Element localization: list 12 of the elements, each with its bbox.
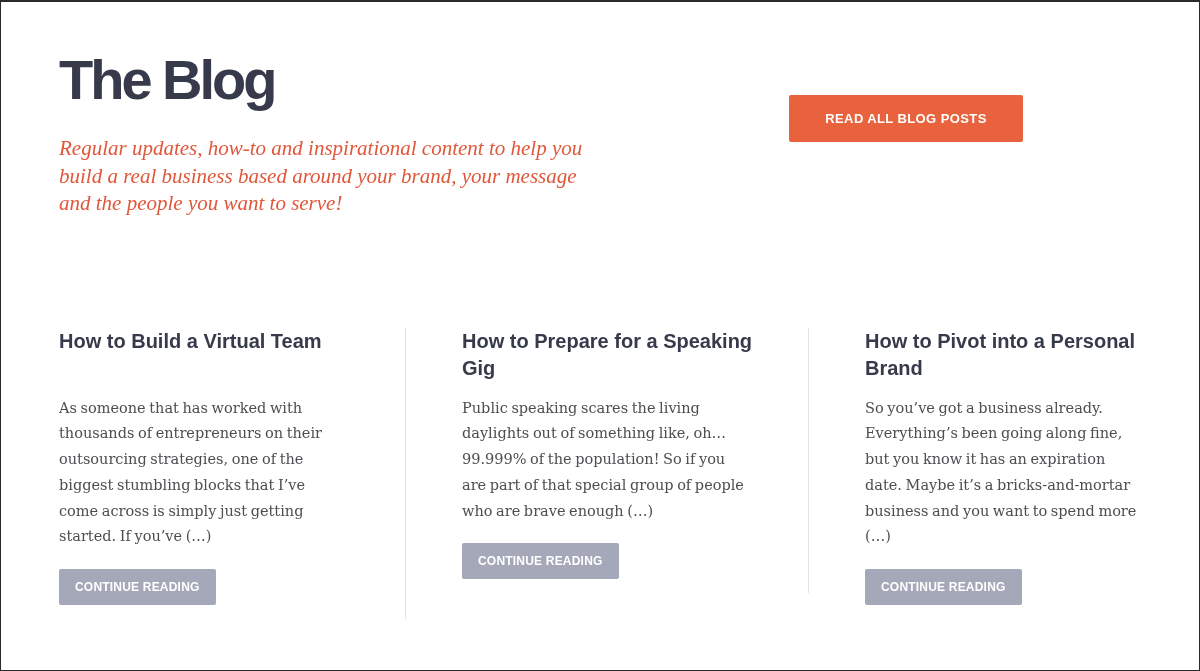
post-excerpt: So you’ve got a business already. Everything’s been going along fine, but you know it has an expiration date. Maybe it’s a bricks-and-mortar business and you want to spend more (…)	[865, 398, 1138, 547]
post-title[interactable]: How to Prepare for a Speaking Gig	[462, 327, 762, 382]
read-all-posts-button[interactable]: READ ALL BLOG POSTS	[789, 95, 1023, 142]
continue-reading-button[interactable]: CONTINUE READING	[462, 543, 619, 580]
post-excerpt: As someone that has worked with thousands of entrepreneurs on their outsourcing strategies, one of the biggest stumbling blocks that I’ve come across is simply just getting started. If you’ve (…)	[59, 398, 323, 547]
continue-reading-button[interactable]: CONTINUE READING	[865, 569, 1022, 606]
page-title: The Blog	[59, 51, 275, 109]
continue-reading-button[interactable]: CONTINUE READING	[59, 569, 216, 606]
post-title[interactable]: How to Pivot into a Personal Brand	[865, 327, 1165, 382]
post-excerpt: Public speaking scares the living daylights out of something like, oh… 99.999% of the population! So if you are part of that special group of people who are brave enough (…)	[462, 398, 745, 521]
post-title[interactable]: How to Build a Virtual Team	[59, 327, 359, 382]
tagline: Regular updates, how-to and inspirational content to help you build a real business based around your brand, your message and the people you want to serve!	[59, 135, 584, 217]
